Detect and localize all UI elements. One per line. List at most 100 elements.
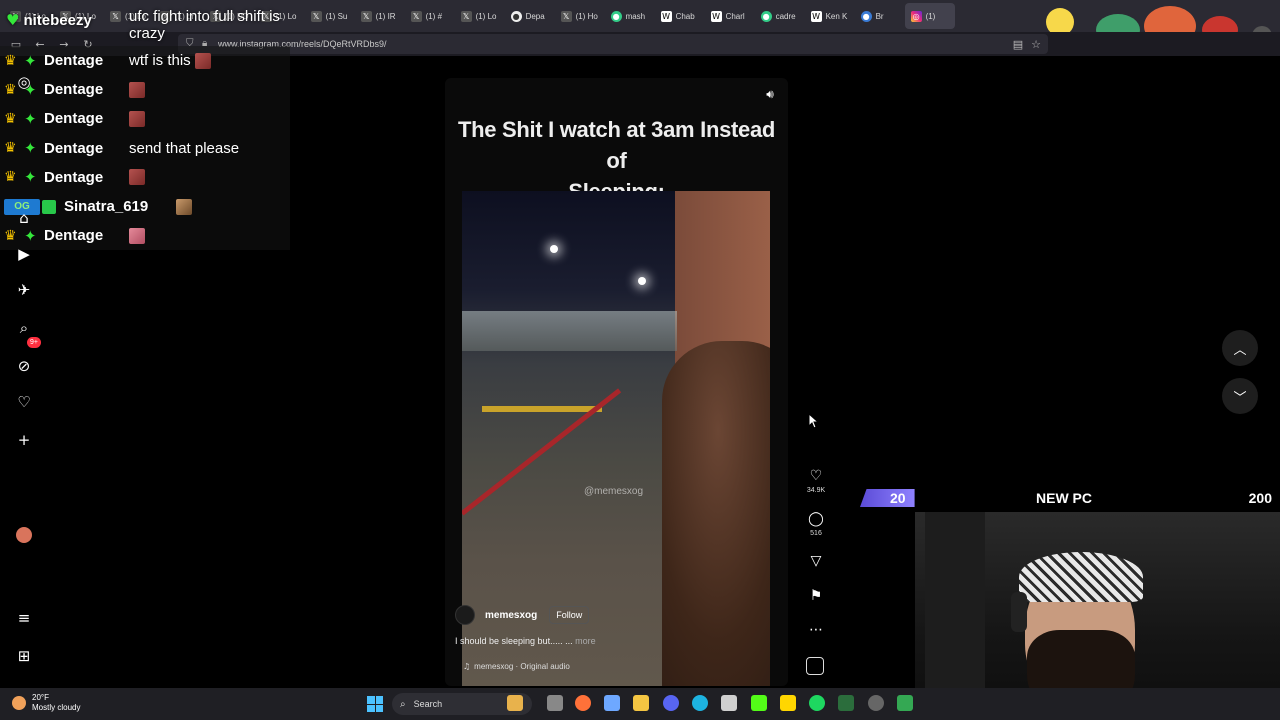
next-reel-button[interactable]: ﹀ [1222, 378, 1258, 414]
previous-reel-button[interactable]: ︿ [1222, 330, 1258, 366]
more-options-button[interactable]: ⋯ [806, 622, 826, 638]
chat-username: Dentage [44, 110, 104, 128]
browser-tab[interactable]: 𝕏 (1) Lo [455, 3, 505, 29]
profile-avatar[interactable] [16, 527, 32, 543]
chat-text: wtf is this [129, 52, 191, 70]
browser-tab[interactable]: ● Depa [505, 3, 555, 29]
goal-target: 200 [1248, 490, 1272, 506]
edge-icon[interactable] [692, 695, 708, 711]
like-button[interactable]: ♡ 34.9K [806, 468, 826, 494]
x-icon: 𝕏 [410, 10, 422, 22]
chat-username: Dentage [44, 81, 104, 99]
chat-username: Dentage [44, 139, 104, 157]
bookmark-icon: ⚑ [809, 588, 823, 604]
weather-widget[interactable]: 20°F Mostly cloudy [12, 693, 80, 713]
app-icon[interactable] [838, 695, 854, 711]
firefox-icon[interactable] [575, 695, 591, 711]
kick-icon[interactable] [751, 695, 767, 711]
weather-temperature: 20°F [32, 693, 49, 702]
notifications-heart-icon[interactable]: ♡ [14, 392, 34, 412]
follow-button[interactable]: Follow [549, 606, 590, 624]
notes-icon[interactable] [780, 695, 796, 711]
more-apps-icon[interactable]: ⊞ [14, 646, 34, 666]
chat-username: Sinatra_619 [64, 198, 149, 216]
save-button[interactable]: ⚑ [806, 588, 826, 604]
search-icon: ⌕ [400, 698, 406, 710]
streamer-keffiyeh [1019, 552, 1143, 602]
caption-more-link[interactable]: more [575, 636, 596, 646]
instagram-logo-icon[interactable]: ◎ [14, 72, 34, 92]
goal-progress-fill [860, 489, 915, 507]
browser-tab[interactable]: 𝕏 (1) Su [305, 3, 355, 29]
reel-author: memesxog Follow [455, 605, 590, 625]
emote-icon [129, 227, 145, 244]
author-username[interactable]: memesxog [485, 610, 537, 621]
goal-current: 20 [890, 490, 906, 506]
x-icon: 𝕏 [560, 10, 572, 22]
task-view-icon[interactable] [547, 695, 563, 711]
browser-tab[interactable]: ● cadre [755, 3, 805, 29]
music-note-icon: ♫ [463, 662, 471, 671]
spotify-icon[interactable] [809, 695, 825, 711]
audio-thumbnail[interactable] [806, 657, 824, 675]
menu-icon[interactable]: ≡ [14, 608, 34, 628]
browser-tab[interactable]: 𝕏 (1) Ho [555, 3, 605, 29]
x-icon: 𝕏 [110, 10, 121, 22]
globe-icon: ● [510, 10, 522, 22]
browser-tab[interactable]: W Charl [705, 3, 755, 29]
globe-icon: ● [860, 10, 872, 22]
video-watermark: @memesxog [584, 486, 644, 497]
mouse-cursor-icon [808, 413, 820, 429]
address-bar[interactable]: ⛉ 🔒︎ www.instagram.com/reels/DQeRtVRDbs9… [178, 34, 1048, 54]
home-icon[interactable]: ⌂ [14, 208, 34, 228]
obs-icon[interactable] [868, 695, 884, 711]
browser-tab[interactable]: ● Br [855, 3, 905, 29]
heart-icon: ♡ [809, 468, 823, 484]
explore-icon[interactable]: ⊘ [14, 356, 34, 376]
widget-app-icon[interactable] [507, 695, 523, 711]
chevron-up-icon: ︿ [1233, 342, 1247, 358]
file-explorer-icon[interactable] [633, 695, 649, 711]
bookmark-star-icon[interactable]: ☆ [1028, 36, 1044, 52]
reader-icon[interactable]: ▤ [1010, 36, 1026, 52]
chat-username: Dentage [44, 168, 104, 186]
browser-tab[interactable]: ● mash [605, 3, 655, 29]
search-icon[interactable]: ⌕ [14, 318, 34, 338]
chat-username: Dentage [44, 52, 104, 70]
x-icon: 𝕏 [460, 10, 472, 22]
browser-tab[interactable]: 𝕏 (1) IR [355, 3, 405, 29]
reels-icon[interactable]: ▶ [14, 244, 34, 264]
create-icon[interactable]: + [14, 430, 34, 450]
copilot-icon[interactable] [604, 695, 620, 711]
weather-icon [12, 696, 26, 710]
start-button[interactable] [367, 696, 383, 712]
video-person [662, 341, 770, 686]
x-icon: 𝕏 [360, 10, 372, 22]
instagram-sidebar: ◎ ⌂ ▶ ✈ 9+ ⌕ ⊘ ♡ + ≡ ⊞ [0, 56, 48, 686]
like-count: 34.9K [806, 487, 826, 494]
globe-icon: ● [610, 10, 622, 22]
discord-icon[interactable] [663, 695, 679, 711]
windows-taskbar: 20°F Mostly cloudy ⌕ Search [0, 688, 1280, 720]
emote-icon [176, 198, 192, 215]
reel-player[interactable]: 🔊︎ The Shit I watch at 3am Instead of Sl… [445, 78, 788, 686]
chat-username: Dentage [44, 227, 104, 245]
emote-icon [129, 110, 145, 127]
comment-button[interactable]: ◯ 516 [806, 511, 826, 537]
app-icon[interactable] [897, 695, 913, 711]
browser-tab[interactable]: W Chab [655, 3, 705, 29]
author-avatar[interactable] [455, 605, 475, 625]
volume-icon[interactable]: 🔊︎ [762, 86, 778, 102]
x-icon: 𝕏 [310, 10, 322, 22]
share-button[interactable]: ▽ [806, 553, 826, 569]
browser-tab[interactable]: W Ken K [805, 3, 855, 29]
messages-icon[interactable]: ✈ [14, 280, 34, 300]
store-icon[interactable] [721, 695, 737, 711]
globe-icon: ● [760, 10, 772, 22]
browser-tab-active[interactable]: ◎ (1) [904, 3, 955, 29]
video-light [638, 277, 646, 285]
browser-tab[interactable]: 𝕏 (1) # [405, 3, 455, 29]
wiki-icon: W [810, 10, 822, 22]
instagram-icon: ◎ [910, 10, 922, 22]
reel-audio[interactable]: ♫ memesxog · Original audio [463, 662, 570, 671]
